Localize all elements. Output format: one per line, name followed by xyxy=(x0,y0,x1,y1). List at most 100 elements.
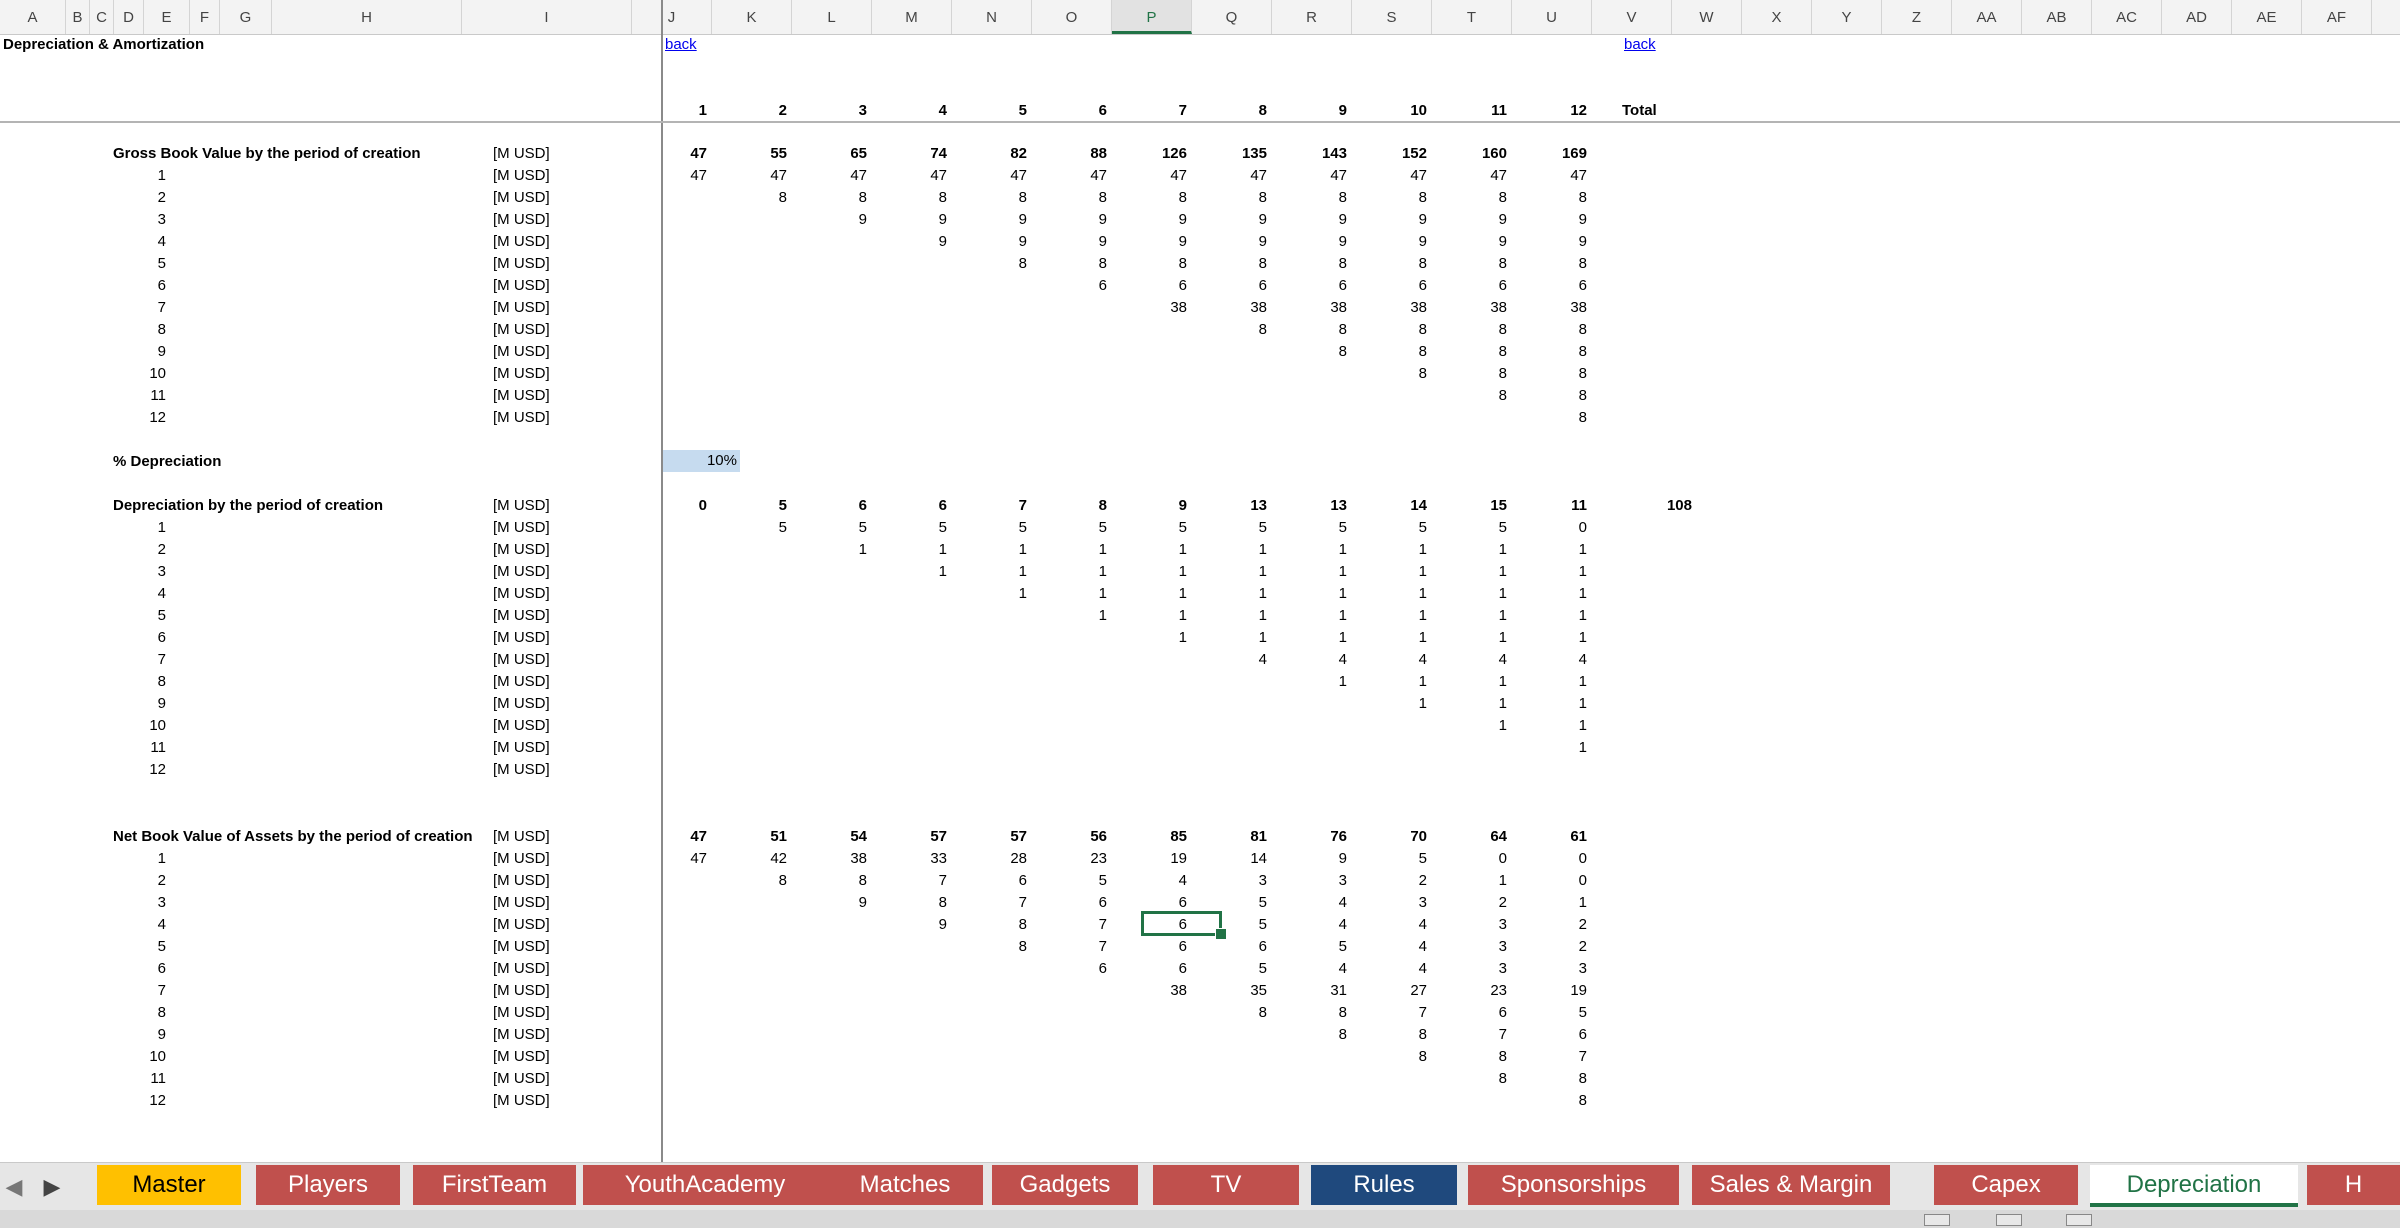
gross-value-cell[interactable]: 8 xyxy=(1431,343,1507,361)
net-value-cell[interactable]: 3 xyxy=(1431,916,1507,934)
column-header-X[interactable]: X xyxy=(1742,0,1812,34)
back-link-right[interactable]: back xyxy=(1624,36,1656,54)
sheet-tab-tv[interactable]: TV xyxy=(1153,1165,1299,1205)
sheet-tab-capex[interactable]: Capex xyxy=(1934,1165,2078,1205)
gross-value-cell[interactable]: 8 xyxy=(1111,189,1187,207)
column-header-V[interactable]: V xyxy=(1592,0,1672,34)
page-break-view-icon[interactable] xyxy=(2066,1214,2092,1226)
column-header-F[interactable]: F xyxy=(190,0,220,34)
gross-value-cell[interactable]: 47 xyxy=(1431,167,1507,185)
dep-value-cell[interactable]: 1 xyxy=(1271,563,1347,581)
net-value-cell[interactable]: 14 xyxy=(1191,850,1267,868)
net-value-cell[interactable]: 28 xyxy=(951,850,1027,868)
column-header-D[interactable]: D xyxy=(114,0,144,34)
dep-value-cell[interactable]: 1 xyxy=(1351,629,1427,647)
dep-value-cell[interactable]: 1 xyxy=(1191,563,1267,581)
net-value-cell[interactable]: 8 xyxy=(1511,1092,1587,1110)
net-value-cell[interactable]: 4 xyxy=(1271,916,1347,934)
gross-value-cell[interactable]: 47 xyxy=(631,167,707,185)
dep-value-cell[interactable]: 1 xyxy=(951,563,1027,581)
dep-value-cell[interactable]: 5 xyxy=(1111,519,1187,537)
gross-value-cell[interactable]: 8 xyxy=(1351,365,1427,383)
sheet-tab-firstteam[interactable]: FirstTeam xyxy=(413,1165,576,1205)
dep-total-cell[interactable]: 5 xyxy=(711,497,787,515)
dep-value-cell[interactable]: 5 xyxy=(1351,519,1427,537)
dep-value-cell[interactable]: 5 xyxy=(711,519,787,537)
gross-value-cell[interactable]: 8 xyxy=(1431,255,1507,273)
net-value-cell[interactable]: 2 xyxy=(1431,894,1507,912)
dep-total-cell[interactable]: 11 xyxy=(1511,497,1587,515)
dep-value-cell[interactable]: 1 xyxy=(1511,717,1587,735)
net-value-cell[interactable]: 8 xyxy=(1431,1048,1507,1066)
gross-value-cell[interactable]: 8 xyxy=(1511,189,1587,207)
dep-value-cell[interactable]: 1 xyxy=(1031,563,1107,581)
net-value-cell[interactable]: 4 xyxy=(1271,894,1347,912)
dep-value-cell[interactable]: 1 xyxy=(1271,673,1347,691)
gross-value-cell[interactable]: 9 xyxy=(1111,211,1187,229)
net-value-cell[interactable]: 23 xyxy=(1031,850,1107,868)
gross-value-cell[interactable]: 6 xyxy=(1031,277,1107,295)
net-value-cell[interactable]: 38 xyxy=(1111,982,1187,1000)
net-value-cell[interactable]: 5 xyxy=(1191,894,1267,912)
gross-value-cell[interactable]: 47 xyxy=(1351,167,1427,185)
gross-value-cell[interactable]: 6 xyxy=(1191,277,1267,295)
gross-value-cell[interactable]: 38 xyxy=(1271,299,1347,317)
gross-value-cell[interactable]: 9 xyxy=(1511,211,1587,229)
gross-total-cell[interactable]: 143 xyxy=(1271,145,1347,163)
dep-value-cell[interactable]: 5 xyxy=(1191,519,1267,537)
gross-value-cell[interactable]: 8 xyxy=(1431,321,1507,339)
net-value-cell[interactable]: 3 xyxy=(1271,872,1347,890)
dep-value-cell[interactable]: 1 xyxy=(1511,541,1587,559)
net-value-cell[interactable]: 3 xyxy=(1511,960,1587,978)
dep-value-cell[interactable]: 4 xyxy=(1431,651,1507,669)
gross-value-cell[interactable]: 47 xyxy=(711,167,787,185)
net-value-cell[interactable]: 8 xyxy=(711,872,787,890)
gross-value-cell[interactable]: 8 xyxy=(1191,321,1267,339)
net-value-cell[interactable]: 33 xyxy=(871,850,947,868)
gross-value-cell[interactable]: 9 xyxy=(871,233,947,251)
gross-value-cell[interactable]: 9 xyxy=(951,211,1027,229)
column-header-AD[interactable]: AD xyxy=(2162,0,2232,34)
dep-value-cell[interactable]: 1 xyxy=(1111,629,1187,647)
net-value-cell[interactable]: 5 xyxy=(1511,1004,1587,1022)
net-value-cell[interactable]: 6 xyxy=(1111,894,1187,912)
gross-value-cell[interactable]: 38 xyxy=(1111,299,1187,317)
net-value-cell[interactable]: 31 xyxy=(1271,982,1347,1000)
dep-value-cell[interactable]: 5 xyxy=(871,519,947,537)
gross-value-cell[interactable]: 8 xyxy=(791,189,867,207)
net-value-cell[interactable]: 9 xyxy=(791,894,867,912)
gross-value-cell[interactable]: 38 xyxy=(1351,299,1427,317)
column-header-R[interactable]: R xyxy=(1272,0,1352,34)
gross-value-cell[interactable]: 9 xyxy=(1351,211,1427,229)
gross-value-cell[interactable]: 8 xyxy=(1511,409,1587,427)
net-total-cell[interactable]: 61 xyxy=(1511,828,1587,846)
column-header-H[interactable]: H xyxy=(272,0,462,34)
net-value-cell[interactable]: 3 xyxy=(1431,960,1507,978)
net-value-cell[interactable]: 8 xyxy=(951,916,1027,934)
gross-value-cell[interactable]: 9 xyxy=(1031,233,1107,251)
net-value-cell[interactable]: 7 xyxy=(1031,938,1107,956)
column-header-J[interactable]: J xyxy=(632,0,712,34)
dep-value-cell[interactable]: 1 xyxy=(1191,585,1267,603)
column-header-AF[interactable]: AF xyxy=(2302,0,2372,34)
gross-value-cell[interactable]: 9 xyxy=(1191,211,1267,229)
page-layout-view-icon[interactable] xyxy=(1996,1214,2022,1226)
sheet-tab-players[interactable]: Players xyxy=(256,1165,400,1205)
net-value-cell[interactable]: 8 xyxy=(871,894,947,912)
dep-value-cell[interactable]: 1 xyxy=(1431,695,1507,713)
gross-value-cell[interactable]: 9 xyxy=(1111,233,1187,251)
dep-total-cell[interactable]: 7 xyxy=(951,497,1027,515)
gross-value-cell[interactable]: 9 xyxy=(1511,233,1587,251)
gross-value-cell[interactable]: 8 xyxy=(1031,189,1107,207)
dep-value-cell[interactable]: 1 xyxy=(1511,673,1587,691)
gross-value-cell[interactable]: 8 xyxy=(1351,321,1427,339)
dep-value-cell[interactable]: 1 xyxy=(1431,673,1507,691)
net-value-cell[interactable]: 7 xyxy=(1351,1004,1427,1022)
dep-value-cell[interactable]: 1 xyxy=(1191,607,1267,625)
sheet-tab-depreciation[interactable]: Depreciation xyxy=(2090,1165,2298,1207)
net-value-cell[interactable]: 23 xyxy=(1431,982,1507,1000)
gross-value-cell[interactable]: 38 xyxy=(1431,299,1507,317)
net-value-cell[interactable]: 0 xyxy=(1511,850,1587,868)
dep-value-cell[interactable]: 1 xyxy=(1031,541,1107,559)
net-value-cell[interactable]: 3 xyxy=(1431,938,1507,956)
